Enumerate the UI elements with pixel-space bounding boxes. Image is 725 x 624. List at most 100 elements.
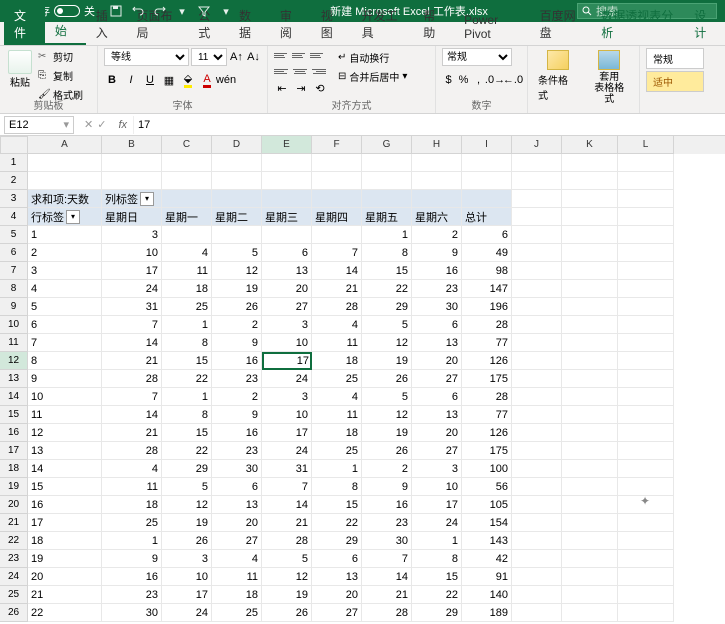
align-left-button[interactable] xyxy=(274,64,290,78)
cell[interactable]: 91 xyxy=(462,568,512,586)
decrease-indent-button[interactable]: ⇤ xyxy=(274,80,290,96)
cell[interactable] xyxy=(512,316,562,334)
cell[interactable]: 13 xyxy=(412,406,462,424)
cell[interactable]: 16 xyxy=(412,262,462,280)
cell[interactable]: 26 xyxy=(212,298,262,316)
filter-icon[interactable] xyxy=(197,4,211,18)
name-box[interactable]: E12▾ xyxy=(4,116,74,134)
cell[interactable]: 6 xyxy=(212,478,262,496)
cell[interactable] xyxy=(212,172,262,190)
cell[interactable]: 13 xyxy=(312,568,362,586)
cell[interactable]: 14 xyxy=(28,460,102,478)
cell[interactable]: 6 xyxy=(412,388,462,406)
cell[interactable]: 24 xyxy=(262,442,312,460)
tab-review[interactable]: 审阅 xyxy=(270,3,311,45)
cell[interactable] xyxy=(262,190,312,208)
cell[interactable] xyxy=(618,262,674,280)
cell[interactable]: 8 xyxy=(28,352,102,370)
font-size-select[interactable]: 11 xyxy=(191,48,227,66)
cell[interactable]: 5 xyxy=(362,388,412,406)
decrease-font-button[interactable]: A↓ xyxy=(246,49,261,65)
cell[interactable]: 21 xyxy=(312,280,362,298)
cell[interactable]: 20 xyxy=(312,586,362,604)
cell[interactable] xyxy=(512,586,562,604)
cell[interactable]: 7 xyxy=(262,478,312,496)
cell[interactable]: 25 xyxy=(162,298,212,316)
cell[interactable]: 7 xyxy=(28,334,102,352)
cell[interactable] xyxy=(618,568,674,586)
cell[interactable]: 22 xyxy=(162,442,212,460)
cell[interactable]: 14 xyxy=(362,568,412,586)
cell[interactable] xyxy=(618,424,674,442)
row-header[interactable]: 10 xyxy=(0,316,28,334)
cell[interactable]: 4 xyxy=(162,244,212,262)
cell[interactable]: 22 xyxy=(362,280,412,298)
formula-input[interactable]: 17 xyxy=(133,116,725,134)
cell[interactable]: 6 xyxy=(28,316,102,334)
cell[interactable]: 11 xyxy=(212,568,262,586)
cell[interactable]: 3 xyxy=(162,550,212,568)
cell[interactable]: 30 xyxy=(412,298,462,316)
cell[interactable]: 11 xyxy=(102,478,162,496)
cell[interactable]: 19 xyxy=(28,550,102,568)
cell[interactable]: 5 xyxy=(162,478,212,496)
filter-dropdown-icon[interactable]: ▾ xyxy=(140,192,154,206)
align-bottom-button[interactable] xyxy=(310,48,326,62)
column-header-L[interactable]: L xyxy=(618,136,674,154)
underline-button[interactable]: U xyxy=(142,72,158,88)
row-header[interactable]: 13 xyxy=(0,370,28,388)
cell[interactable] xyxy=(618,370,674,388)
cell[interactable]: 星期一 xyxy=(162,208,212,226)
cell[interactable]: 8 xyxy=(162,334,212,352)
cell[interactable]: 12 xyxy=(28,424,102,442)
cell[interactable]: 17 xyxy=(102,262,162,280)
row-header[interactable]: 12 xyxy=(0,352,28,370)
cell[interactable]: 7 xyxy=(312,244,362,262)
cell[interactable]: 22 xyxy=(162,370,212,388)
cell[interactable]: 11 xyxy=(312,334,362,352)
cell[interactable] xyxy=(618,316,674,334)
cell[interactable]: 18 xyxy=(102,496,162,514)
cell[interactable] xyxy=(512,352,562,370)
cell[interactable]: 1 xyxy=(362,226,412,244)
cell[interactable] xyxy=(512,442,562,460)
cell[interactable] xyxy=(512,226,562,244)
cell[interactable]: 行标签▾ xyxy=(28,208,102,226)
cell[interactable] xyxy=(618,532,674,550)
cell[interactable]: 10 xyxy=(262,334,312,352)
cell[interactable] xyxy=(312,226,362,244)
tab-pivot-analyze[interactable]: 数据透视表分析 xyxy=(591,3,684,45)
cell[interactable]: 30 xyxy=(102,604,162,622)
cell[interactable] xyxy=(562,532,618,550)
cell[interactable]: 11 xyxy=(312,406,362,424)
row-header[interactable]: 2 xyxy=(0,172,28,190)
cell[interactable]: 24 xyxy=(102,280,162,298)
cell[interactable] xyxy=(512,262,562,280)
cell[interactable]: 196 xyxy=(462,298,512,316)
cell[interactable] xyxy=(562,208,618,226)
currency-button[interactable]: $ xyxy=(442,72,455,88)
cell[interactable]: 25 xyxy=(212,604,262,622)
cell[interactable]: 21 xyxy=(28,586,102,604)
cell[interactable]: 18 xyxy=(212,586,262,604)
select-all-corner[interactable] xyxy=(0,136,28,154)
bold-button[interactable]: B xyxy=(104,72,120,88)
cell[interactable]: 9 xyxy=(212,334,262,352)
enter-icon[interactable]: ✓ xyxy=(97,118,106,131)
cell[interactable]: 1 xyxy=(412,532,462,550)
cell[interactable] xyxy=(562,226,618,244)
cell[interactable]: 29 xyxy=(162,460,212,478)
cell[interactable] xyxy=(562,586,618,604)
cell[interactable]: 11 xyxy=(162,262,212,280)
fx-label[interactable]: fx xyxy=(112,119,133,131)
cell[interactable]: 77 xyxy=(462,406,512,424)
cell[interactable] xyxy=(212,226,262,244)
cell[interactable] xyxy=(562,280,618,298)
cell[interactable]: 15 xyxy=(312,496,362,514)
cell[interactable] xyxy=(512,496,562,514)
cell[interactable]: 1 xyxy=(162,388,212,406)
cell[interactable]: 12 xyxy=(212,262,262,280)
cell[interactable]: 21 xyxy=(102,352,162,370)
row-header[interactable]: 8 xyxy=(0,280,28,298)
cell[interactable] xyxy=(618,208,674,226)
